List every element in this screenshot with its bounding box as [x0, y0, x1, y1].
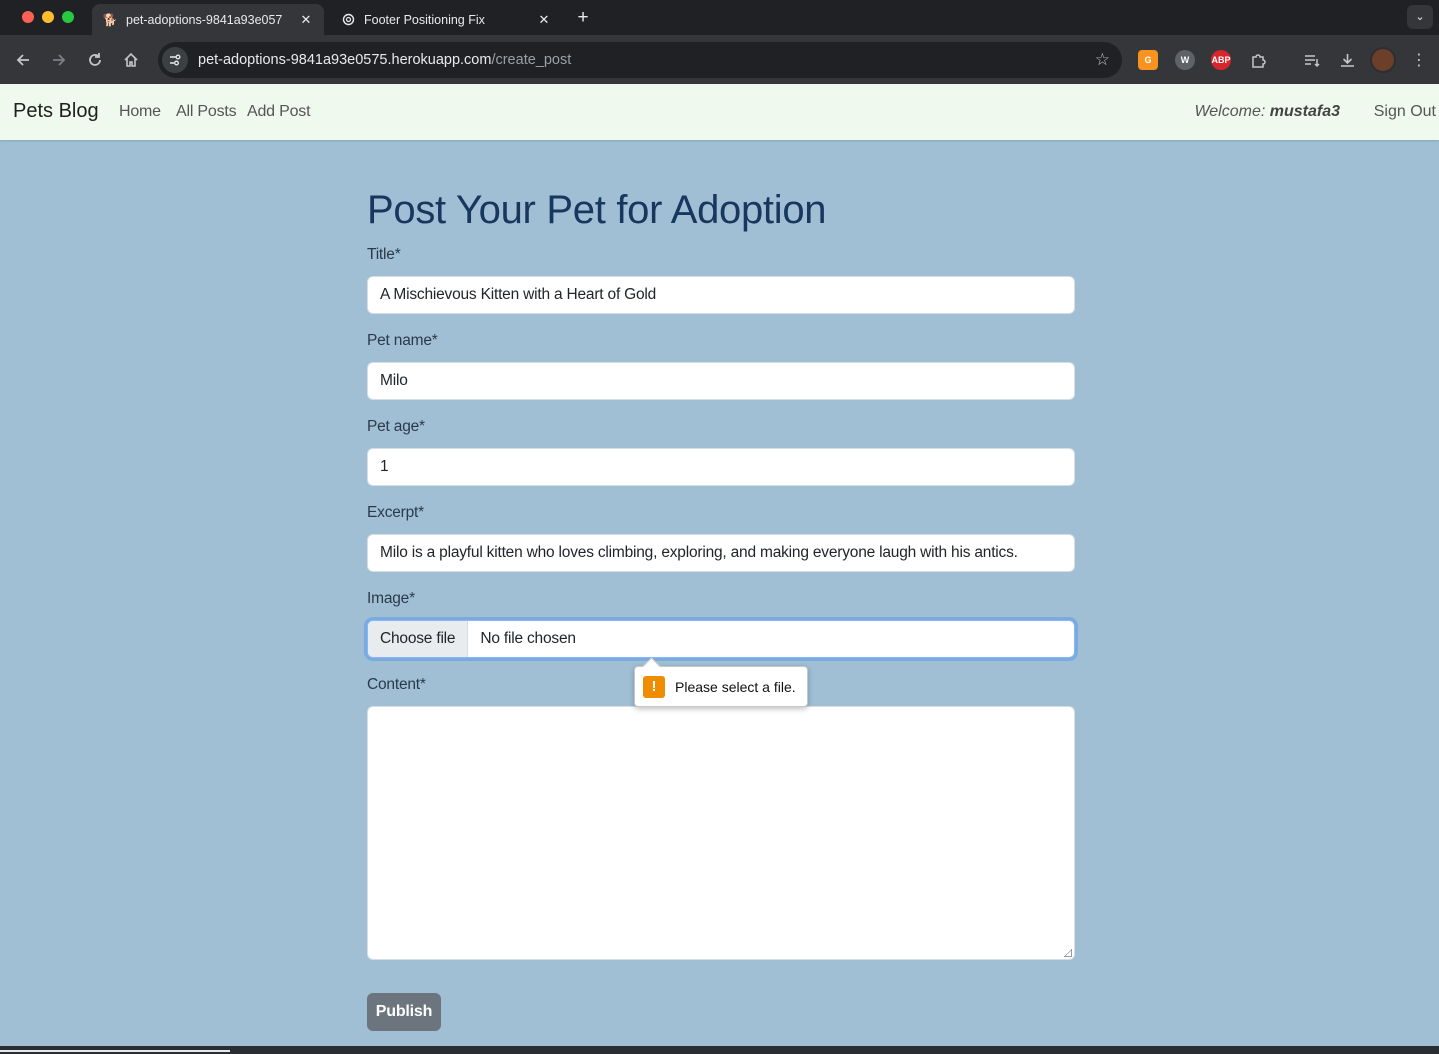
adblock-plus-icon[interactable]: ABP: [1211, 50, 1231, 70]
tab-title: Footer Positioning Fix: [364, 12, 485, 27]
tab-footer-positioning-fix[interactable]: Footer Positioning Fix ✕: [330, 4, 562, 35]
pet-name-label: Pet name*: [367, 332, 438, 349]
close-tab-icon[interactable]: ✕: [536, 12, 552, 28]
welcome-text: Welcome: mustafa3: [1194, 103, 1340, 121]
nav-add-post[interactable]: Add Post: [247, 103, 311, 121]
menu-kebab-icon[interactable]: ⋮: [1407, 48, 1431, 72]
nav-all-posts[interactable]: All Posts: [176, 103, 237, 121]
site-info-icon[interactable]: [162, 47, 188, 73]
close-tab-icon[interactable]: ✕: [298, 12, 314, 28]
tab-title: pet-adoptions-9841a93e057: [126, 12, 283, 27]
image-file-input[interactable]: Choose file No file chosen: [367, 620, 1075, 658]
address-bar[interactable]: pet-adoptions-9841a93e0575.herokuapp.com…: [158, 42, 1122, 78]
site-navbar: Pets Blog Home All Posts Add Post Welcom…: [0, 84, 1439, 140]
back-arrow-icon[interactable]: [11, 48, 35, 72]
bottom-status-bar: [0, 1046, 1439, 1054]
excerpt-label: Excerpt*: [367, 504, 424, 521]
brand-link[interactable]: Pets Blog: [13, 100, 99, 123]
page-content: Pets Blog Home All Posts Add Post Welcom…: [0, 84, 1439, 1046]
new-tab-button[interactable]: +: [572, 7, 594, 29]
nav-sign-out[interactable]: Sign Out: [1374, 103, 1436, 121]
pet-age-label: Pet age*: [367, 418, 425, 435]
resize-handle-icon[interactable]: [1064, 949, 1072, 957]
url-text: pet-adoptions-9841a93e0575.herokuapp.com…: [198, 52, 571, 68]
image-label: Image*: [367, 590, 415, 607]
profile-avatar[interactable]: [1370, 47, 1396, 73]
home-icon[interactable]: [119, 48, 143, 72]
close-window-button[interactable]: [22, 11, 34, 23]
excerpt-input[interactable]: Milo is a playful kitten who loves climb…: [367, 534, 1075, 572]
pet-age-input[interactable]: 1: [367, 448, 1075, 486]
browser-toolbar: pet-adoptions-9841a93e0575.herokuapp.com…: [0, 35, 1439, 84]
warning-icon: !: [643, 675, 665, 698]
minimize-window-button[interactable]: [42, 11, 54, 23]
nav-home[interactable]: Home: [119, 103, 161, 121]
bookmark-star-icon[interactable]: ☆: [1095, 50, 1110, 70]
url-path: /create_post: [491, 52, 572, 68]
openai-favicon-icon: [340, 12, 356, 28]
username: mustafa3: [1269, 103, 1340, 120]
browser-tab-strip: 🐕 pet-adoptions-9841a93e057 ✕ Footer Pos…: [0, 0, 1439, 35]
title-label: Title*: [367, 246, 401, 263]
url-host: pet-adoptions-9841a93e0575.herokuapp.com: [198, 52, 492, 68]
scroll-indicator: [0, 1050, 230, 1052]
download-icon[interactable]: [1335, 48, 1359, 72]
extensions-puzzle-icon[interactable]: [1246, 48, 1270, 72]
tab-pet-adoptions[interactable]: 🐕 pet-adoptions-9841a93e057 ✕: [92, 4, 324, 35]
content-textarea[interactable]: [367, 706, 1075, 960]
validation-message: Please select a file.: [675, 678, 796, 695]
wordtune-icon[interactable]: W: [1175, 50, 1195, 70]
publish-button[interactable]: Publish: [367, 993, 441, 1031]
title-input[interactable]: A Mischievous Kitten with a Heart of Gol…: [367, 276, 1075, 314]
dog-favicon-icon: 🐕: [102, 12, 118, 27]
page-title: Post Your Pet for Adoption: [367, 188, 827, 232]
grammarly-icon[interactable]: G: [1138, 50, 1158, 70]
maximize-window-button[interactable]: [62, 11, 74, 23]
pet-name-input[interactable]: Milo: [367, 362, 1075, 400]
welcome-prefix: Welcome:: [1194, 103, 1270, 120]
file-status-text: No file chosen: [480, 630, 576, 647]
reload-icon[interactable]: [83, 48, 107, 72]
choose-file-button[interactable]: Choose file: [368, 621, 469, 657]
tab-search-chevron-icon[interactable]: ⌄: [1407, 5, 1433, 29]
content-label: Content*: [367, 676, 426, 693]
forward-arrow-icon[interactable]: [47, 48, 71, 72]
reading-list-icon[interactable]: [1299, 48, 1323, 72]
validation-tooltip: ! Please select a file.: [634, 666, 808, 707]
